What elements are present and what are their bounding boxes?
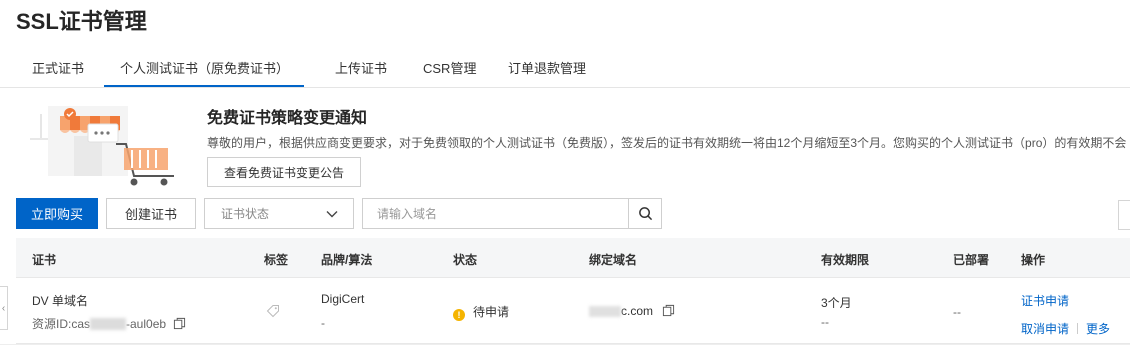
domain-text: c.com [621, 304, 654, 318]
col-header-validity: 有效期限 [821, 253, 870, 267]
chevron-down-icon [326, 211, 338, 218]
search-button[interactable] [628, 198, 662, 229]
cert-type: DV 单域名 [32, 294, 89, 308]
bound-domain: c.com [589, 304, 675, 318]
resource-id-prefix: 资源ID:cas [32, 317, 91, 331]
side-collapse-handle[interactable]: ‹ [0, 286, 8, 330]
copy-icon[interactable] [662, 304, 675, 317]
col-header-cert: 证书 [32, 253, 57, 267]
col-header-brand: 品牌/算法 [321, 253, 373, 267]
col-header-deployed: 已部署 [953, 253, 990, 267]
validity-sub: -- [821, 315, 829, 329]
col-header-tags: 标签 [264, 253, 289, 267]
table-row: DV 单域名 资源ID:cas -aul0eb DigiCert - ! 待申请 c… [16, 278, 1130, 344]
page-title: SSL证书管理 [16, 9, 147, 34]
col-header-domain: 绑定域名 [589, 253, 638, 267]
resource-id: 资源ID:cas -aul0eb [32, 315, 186, 332]
more-link[interactable]: 更多 [1086, 322, 1110, 336]
status-badge: ! 待申请 [453, 303, 509, 321]
deployed-value: -- [953, 305, 961, 319]
action-divider [1077, 323, 1079, 334]
notice-text: 尊敬的用户，根据供应商变更要求，对于免费领取的个人测试证书（免费版），签发后的证… [207, 136, 1127, 150]
brand: DigiCert [321, 292, 365, 306]
create-cert-button[interactable]: 创建证书 [106, 198, 196, 229]
algorithm: - [321, 316, 325, 330]
tab-csr-management[interactable]: CSR管理 [423, 58, 476, 88]
notice-title: 免费证书策略变更通知 [207, 110, 368, 127]
table-bottom-border [0, 344, 1130, 345]
validity: 3个月 [821, 296, 852, 310]
search-icon [638, 207, 652, 221]
active-tab-indicator [104, 85, 304, 87]
cancel-apply-link[interactable]: 取消申请 [1021, 322, 1069, 336]
redacted-block [90, 318, 127, 330]
tab-personal-test-certs[interactable]: 个人测试证书（原免费证书） [120, 58, 289, 88]
shop-cart-illustration [30, 106, 174, 186]
tab-order-refund[interactable]: 订单退款管理 [508, 58, 586, 88]
tag-icon[interactable] [266, 304, 280, 318]
domain-search-input[interactable] [362, 198, 628, 229]
view-announcement-button[interactable]: 查看免费证书变更公告 [207, 157, 361, 187]
cert-status-select-placeholder: 证书状态 [221, 207, 270, 221]
pending-icon: ! [453, 309, 465, 321]
status-text: 待申请 [473, 305, 510, 319]
tab-official-certs[interactable]: 正式证书 [32, 58, 84, 88]
tab-bar: 正式证书 个人测试证书（原免费证书） 上传证书 CSR管理 订单退款管理 [0, 50, 1130, 88]
redacted-domain [589, 306, 621, 317]
tab-upload-cert[interactable]: 上传证书 [335, 58, 387, 88]
col-header-status: 状态 [453, 253, 478, 267]
copy-icon[interactable] [173, 317, 186, 330]
resource-id-suffix: -aul0eb [126, 317, 167, 331]
apply-cert-link[interactable]: 证书申请 [1021, 292, 1069, 309]
cert-status-select[interactable]: 证书状态 [204, 198, 354, 229]
buy-now-button[interactable]: 立即购买 [16, 198, 98, 229]
col-header-actions: 操作 [1021, 253, 1046, 267]
column-settings-button[interactable] [1118, 200, 1130, 230]
table-header: 证书 标签 品牌/算法 状态 绑定域名 有效期限 已部署 操作 [16, 238, 1130, 278]
row-actions: 取消申请 更多 [1021, 320, 1110, 337]
